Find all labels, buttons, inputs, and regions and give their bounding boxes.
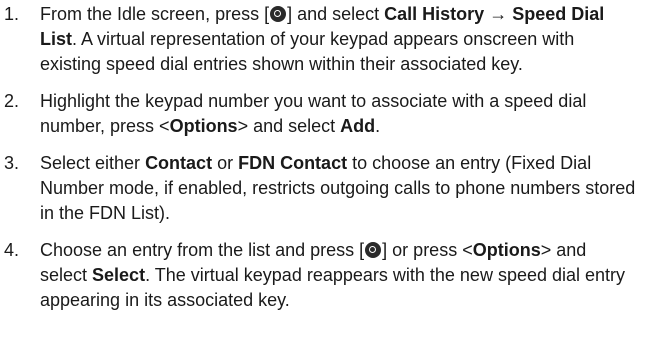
ok-key-icon bbox=[365, 242, 382, 258]
step-number: 1. bbox=[4, 4, 20, 24]
text-run: Select either bbox=[40, 153, 146, 173]
step-text: Choose an entry from the list and press … bbox=[40, 238, 638, 313]
bold-term: Options bbox=[472, 240, 541, 260]
text-run: → bbox=[484, 4, 513, 24]
text-run: Choose an entry from the list and press … bbox=[40, 240, 365, 260]
step-text: Select either Contact or FDN Contact to … bbox=[40, 151, 638, 226]
instruction-document: 1. From the Idle screen, press [ ] and se… bbox=[0, 0, 648, 355]
step-3: 3. Select either Contact or FDN Contact … bbox=[0, 151, 640, 226]
step-1: 1. From the Idle screen, press [ ] and se… bbox=[0, 2, 640, 77]
step-number: 4. bbox=[4, 240, 20, 260]
text-run: ] or press < bbox=[382, 240, 473, 260]
text-run: . bbox=[375, 116, 381, 136]
step-text: From the Idle screen, press [ ] and selec… bbox=[40, 2, 638, 77]
bold-term: Call History bbox=[384, 4, 485, 24]
bold-term: Add bbox=[340, 116, 376, 136]
step-text: Highlight the keypad number you want to … bbox=[40, 89, 638, 139]
bold-term: FDN Contact bbox=[238, 153, 348, 173]
text-run: . A virtual representation of your keypa… bbox=[40, 29, 575, 74]
step-number: 3. bbox=[4, 153, 20, 173]
step-4: 4. Choose an entry from the list and pre… bbox=[0, 238, 640, 313]
ok-key-icon bbox=[270, 6, 287, 22]
text-run: From the Idle screen, press [ bbox=[40, 4, 270, 24]
bold-term: Options bbox=[169, 116, 238, 136]
text-run: ] and select bbox=[287, 4, 385, 24]
step-2: 2. Highlight the keypad number you want … bbox=[0, 89, 640, 139]
text-run: or bbox=[212, 153, 239, 173]
text-run: > and select bbox=[237, 116, 341, 136]
bold-term: Select bbox=[92, 265, 146, 285]
bold-term: Contact bbox=[145, 153, 213, 173]
step-number: 2. bbox=[4, 91, 20, 111]
